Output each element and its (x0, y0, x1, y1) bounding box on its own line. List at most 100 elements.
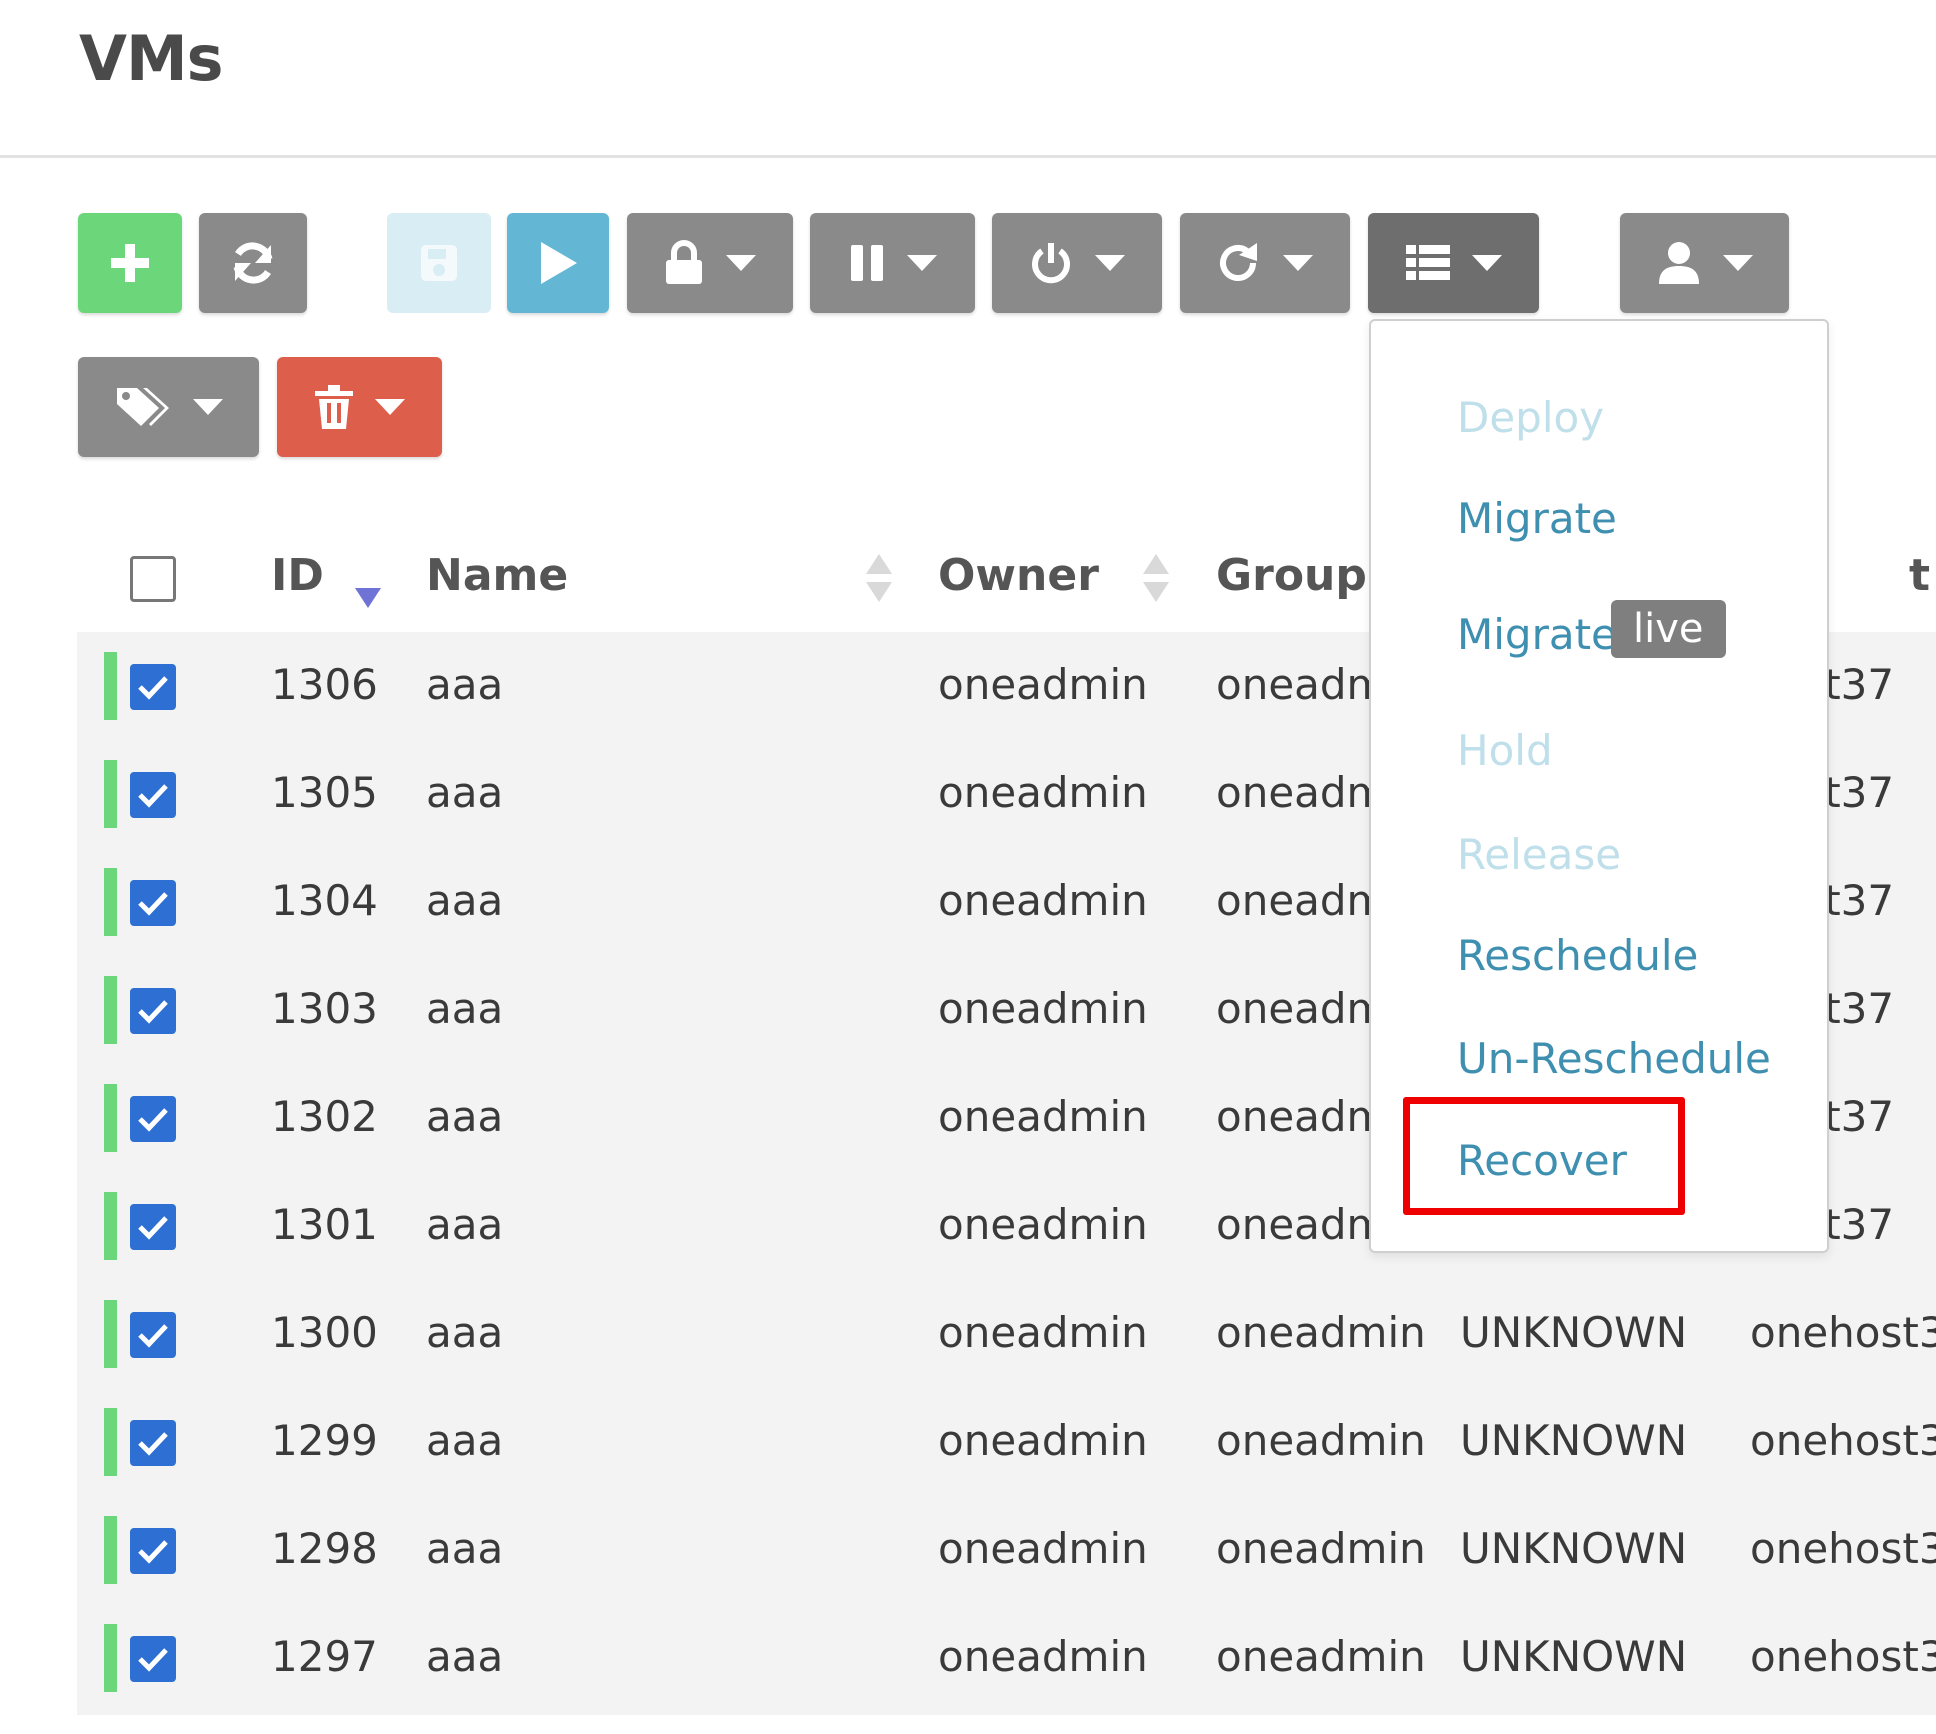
menu-item-un-reschedule[interactable]: Un-Reschedule (1457, 1034, 1771, 1083)
trash-icon (314, 385, 353, 429)
create-button[interactable] (78, 213, 182, 313)
column-header-id[interactable]: ID (271, 550, 324, 601)
chevron-down-icon (726, 255, 756, 271)
check-icon (138, 784, 168, 808)
cell-group: oneadm (1216, 1200, 1388, 1249)
sort-desc-icon[interactable] (355, 572, 381, 624)
cell-name: aaa (426, 876, 504, 925)
cell-status: UNKNOWN (1460, 1416, 1688, 1465)
cell-id: 1301 (271, 1200, 378, 1249)
column-header-name[interactable]: Name (426, 550, 568, 601)
cell-id: 1297 (271, 1632, 378, 1681)
table-row[interactable]: 1300 aaa oneadmin oneadmin UNKNOWN onehost37 (77, 1280, 1936, 1388)
play-button[interactable] (507, 213, 609, 313)
menu-item-hold: Hold (1457, 726, 1553, 775)
cell-name: aaa (426, 1200, 504, 1249)
check-icon (138, 1108, 168, 1132)
column-header-owner[interactable]: Owner (938, 550, 1099, 601)
cell-id: 1299 (271, 1416, 378, 1465)
power-dropdown-button[interactable] (992, 213, 1162, 313)
chevron-down-icon (192, 399, 223, 415)
power-icon (1032, 243, 1070, 284)
lock-dropdown-button[interactable] (627, 213, 793, 313)
menu-item-label: Release (1457, 830, 1622, 879)
chevron-down-icon (374, 399, 405, 415)
row-checkbox[interactable] (130, 664, 176, 710)
refresh-icon (233, 242, 273, 284)
cell-group: oneadm (1216, 984, 1388, 1033)
cell-id: 1300 (271, 1308, 378, 1357)
row-checkbox[interactable] (130, 772, 176, 818)
state-indicator (104, 1408, 117, 1476)
check-icon (138, 1000, 168, 1024)
cell-id: 1305 (271, 768, 378, 817)
row-checkbox[interactable] (130, 1528, 176, 1574)
row-checkbox[interactable] (130, 1096, 176, 1142)
menu-item-label: Reschedule (1457, 931, 1699, 980)
column-header-host[interactable]: t (1909, 550, 1930, 601)
cell-id: 1306 (271, 660, 378, 709)
check-icon (138, 1540, 168, 1564)
cell-owner: oneadmin (938, 1200, 1148, 1249)
row-checkbox[interactable] (130, 1420, 176, 1466)
cell-name: aaa (426, 660, 504, 709)
cell-owner: oneadmin (938, 1092, 1148, 1141)
state-indicator (104, 868, 117, 936)
pause-icon (850, 245, 883, 281)
cell-owner: oneadmin (938, 1524, 1148, 1573)
sort-both-icon[interactable] (866, 552, 892, 604)
cell-group: oneadmin (1216, 1524, 1426, 1573)
refresh-button[interactable] (199, 213, 307, 313)
cell-group: oneadm (1216, 876, 1388, 925)
cell-owner: oneadmin (938, 768, 1148, 817)
cell-name: aaa (426, 1416, 504, 1465)
cell-id: 1303 (271, 984, 378, 1033)
save-button[interactable] (387, 213, 491, 313)
state-indicator (104, 976, 117, 1044)
cell-owner: oneadmin (938, 1308, 1148, 1357)
table-row[interactable]: 1299 aaa oneadmin oneadmin UNKNOWN onehost37 (77, 1388, 1936, 1496)
save-icon (421, 245, 457, 281)
labels-dropdown-button[interactable] (78, 357, 259, 457)
actions-dropdown-button[interactable] (1368, 213, 1539, 313)
delete-dropdown-button[interactable] (277, 357, 442, 457)
menu-item-label: Deploy (1457, 393, 1605, 442)
row-checkbox[interactable] (130, 880, 176, 926)
menu-item-migrate-live[interactable]: Migrate live (1457, 600, 1726, 659)
cell-id: 1304 (271, 876, 378, 925)
cell-owner: oneadmin (938, 1632, 1148, 1681)
pause-dropdown-button[interactable] (810, 213, 975, 313)
menu-item-migrate[interactable]: Migrate (1457, 494, 1617, 543)
cell-group: oneadmin (1216, 1632, 1426, 1681)
plus-icon (111, 244, 149, 282)
column-header-group[interactable]: Group (1216, 550, 1367, 601)
row-checkbox[interactable] (130, 988, 176, 1034)
cell-host: onehost37 (1750, 1524, 1936, 1573)
list-icon (1405, 245, 1450, 280)
row-checkbox[interactable] (130, 1636, 176, 1682)
cell-host: onehost37 (1750, 1632, 1936, 1681)
table-row[interactable]: 1298 aaa oneadmin oneadmin UNKNOWN onehost37 (77, 1496, 1936, 1604)
reboot-dropdown-button[interactable] (1180, 213, 1350, 313)
select-all-checkbox[interactable] (130, 556, 176, 602)
cell-owner: oneadmin (938, 876, 1148, 925)
table-row[interactable]: 1297 aaa oneadmin oneadmin UNKNOWN onehost37 (77, 1604, 1936, 1712)
state-indicator (104, 1084, 117, 1152)
user-dropdown-button[interactable] (1620, 213, 1789, 313)
cell-group: oneadm (1216, 1092, 1388, 1141)
cell-owner: oneadmin (938, 984, 1148, 1033)
check-icon (138, 1216, 168, 1240)
menu-item-label: Migrate (1457, 610, 1617, 659)
chevron-down-icon (1283, 255, 1313, 271)
state-indicator (104, 1516, 117, 1584)
cell-id: 1298 (271, 1524, 378, 1573)
menu-item-reschedule[interactable]: Reschedule (1457, 931, 1698, 980)
row-checkbox[interactable] (130, 1312, 176, 1358)
menu-item-label: Hold (1457, 726, 1553, 775)
cell-group: oneadmin (1216, 1308, 1426, 1357)
chevron-down-icon (1722, 255, 1753, 271)
sort-both-icon[interactable] (1143, 552, 1169, 604)
row-checkbox[interactable] (130, 1204, 176, 1250)
state-indicator (104, 760, 117, 828)
state-indicator (104, 1300, 117, 1368)
